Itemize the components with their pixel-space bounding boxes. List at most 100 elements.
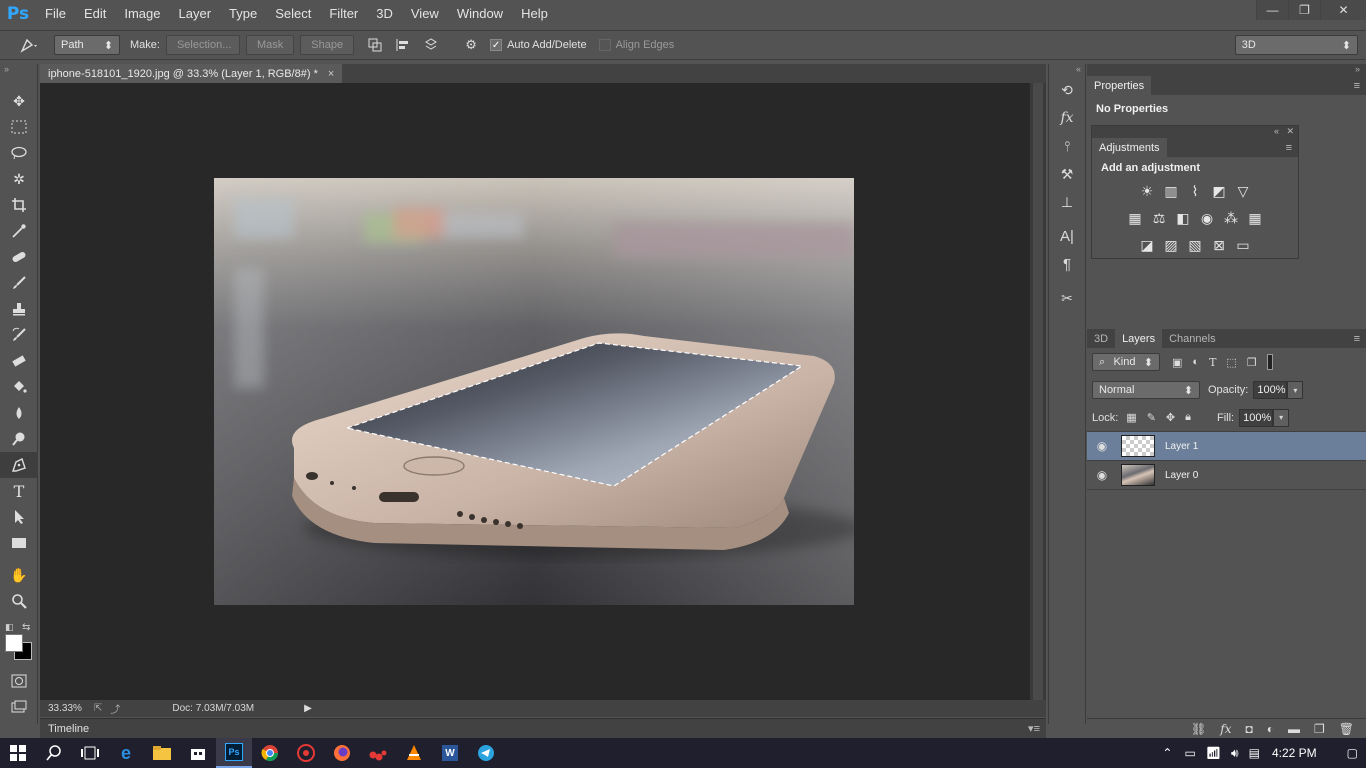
gradient-map-icon[interactable]: ▭ xyxy=(1231,233,1255,257)
tab-layers[interactable]: Layers xyxy=(1115,329,1163,348)
close-button[interactable]: ✕ xyxy=(1320,0,1366,20)
layer-style-icon[interactable]: fx xyxy=(1220,722,1231,736)
document-image[interactable] xyxy=(214,178,854,605)
type-icon[interactable]: T xyxy=(0,478,38,504)
gear-icon[interactable]: ⚙ xyxy=(460,34,482,56)
eyedropper-icon[interactable] xyxy=(0,218,38,244)
panel-menu-icon[interactable]: ≡ xyxy=(1286,138,1298,157)
brush-presets-icon[interactable]: ⫯ xyxy=(1049,132,1085,160)
menu-image[interactable]: Image xyxy=(115,0,169,28)
opacity-input[interactable]: 100% xyxy=(1253,381,1288,399)
screen-mode-icon[interactable] xyxy=(0,694,38,720)
move-icon[interactable]: ✥ xyxy=(0,88,38,114)
action-center-icon[interactable]: ▢ xyxy=(1347,746,1358,760)
menu-view[interactable]: View xyxy=(402,0,448,28)
minimize-button[interactable]: — xyxy=(1256,0,1288,20)
layer-filter-select[interactable]: ⌕ Kind ⬍ xyxy=(1092,353,1160,371)
timeline-tab[interactable]: Timeline xyxy=(48,723,89,735)
panel-menu-icon[interactable]: ≡ xyxy=(1354,76,1366,95)
menu-select[interactable]: Select xyxy=(266,0,320,28)
channel-mixer-icon[interactable]: ⁂ xyxy=(1219,206,1243,230)
path-select-icon[interactable] xyxy=(0,504,38,530)
crop-icon[interactable] xyxy=(0,192,38,218)
collapse-icon[interactable]: « xyxy=(1049,64,1085,76)
hue-saturation-icon[interactable]: ▦ xyxy=(1123,206,1147,230)
fill-dropdown-icon[interactable]: ▾ xyxy=(1273,408,1290,427)
blur-icon[interactable] xyxy=(0,400,38,426)
export-icon[interactable]: ⤴ xyxy=(110,701,120,716)
chevron-up-icon[interactable]: ⌃ xyxy=(1162,746,1172,760)
filter-shape-icon[interactable]: ⬚ xyxy=(1226,356,1236,369)
close-tab-icon[interactable]: × xyxy=(328,68,334,80)
make-shape-button[interactable]: Shape xyxy=(300,35,355,55)
photoshop-taskbar-icon[interactable]: Ps xyxy=(216,738,252,768)
lock-pixels-icon[interactable]: ✎ xyxy=(1147,411,1156,424)
black-white-icon[interactable]: ◧ xyxy=(1171,206,1195,230)
tab-3d[interactable]: 3D xyxy=(1087,329,1115,348)
app-cherries-icon[interactable] xyxy=(360,738,396,768)
make-mask-button[interactable]: Mask xyxy=(245,35,295,55)
tab-channels[interactable]: Channels xyxy=(1162,329,1222,348)
healing-icon[interactable] xyxy=(0,244,38,270)
selective-color-icon[interactable]: ⊠ xyxy=(1207,233,1231,257)
app-red-icon[interactable] xyxy=(288,738,324,768)
bucket-icon[interactable] xyxy=(0,374,38,400)
panel-menu-icon[interactable]: ≡ xyxy=(1354,329,1366,348)
filter-smart-object-icon[interactable]: ❐ xyxy=(1247,356,1257,369)
store-icon[interactable] xyxy=(180,738,216,768)
tab-properties[interactable]: Properties xyxy=(1087,76,1152,95)
telegram-icon[interactable] xyxy=(468,738,504,768)
panel-menu-icon[interactable]: ▾≡ xyxy=(1028,722,1040,735)
tab-adjustments[interactable]: Adjustments xyxy=(1092,138,1167,157)
add-mask-icon[interactable]: ◘ xyxy=(1246,722,1253,736)
menu-window[interactable]: Window xyxy=(448,0,512,28)
share-icon[interactable]: ⇱ xyxy=(94,703,102,714)
windows-start-icon[interactable] xyxy=(0,738,36,768)
exposure-icon[interactable]: ◩ xyxy=(1207,179,1231,203)
threshold-icon[interactable]: ▧ xyxy=(1183,233,1207,257)
quick-mask-icon[interactable] xyxy=(0,668,38,694)
styles-icon[interactable]: fx xyxy=(1049,104,1085,132)
make-selection-button[interactable]: Selection... xyxy=(165,35,240,55)
clone-source-icon[interactable]: ⊥ xyxy=(1049,188,1085,216)
layer-row-layer-0[interactable]: ◉ Layer 0 xyxy=(1087,461,1366,490)
chrome-icon[interactable] xyxy=(252,738,288,768)
zoom-icon[interactable] xyxy=(0,588,38,614)
notification-icon[interactable]: ▤ xyxy=(1249,746,1260,760)
menu-filter[interactable]: Filter xyxy=(320,0,367,28)
filter-pixel-icon[interactable]: ▣ xyxy=(1172,356,1182,369)
align-edges-checkbox[interactable]: Align Edges xyxy=(598,39,674,51)
document-tab[interactable]: iphone-518101_1920.jpg @ 33.3% (Layer 1,… xyxy=(40,64,343,83)
pen-tool-preset-icon[interactable] xyxy=(18,34,40,56)
curves-icon[interactable]: ⌇ xyxy=(1183,179,1207,203)
vertical-scrollbar[interactable] xyxy=(1030,83,1046,700)
eye-icon[interactable]: ◉ xyxy=(1087,439,1117,453)
fill-input[interactable]: 100% xyxy=(1239,408,1274,427)
marquee-icon[interactable] xyxy=(0,114,38,140)
volume-icon[interactable]: 🔊︎ xyxy=(1231,746,1239,761)
swap-colors-icon[interactable]: ⇆ xyxy=(22,622,30,633)
magic-wand-icon[interactable]: ✲ xyxy=(0,166,38,192)
invert-icon[interactable]: ◪ xyxy=(1135,233,1159,257)
clock-time[interactable]: 4:22 PM xyxy=(1272,746,1317,760)
filter-toggle-icon[interactable] xyxy=(1266,354,1273,370)
history-brush-icon[interactable] xyxy=(0,322,38,348)
character-icon[interactable]: A| xyxy=(1049,222,1085,250)
foreground-color-swatch[interactable] xyxy=(5,634,23,652)
restore-button[interactable]: ❐ xyxy=(1288,0,1320,20)
filter-type-icon[interactable]: T xyxy=(1209,356,1216,369)
blend-mode-select[interactable]: Normal ⬍ xyxy=(1092,381,1200,399)
vlc-icon[interactable] xyxy=(396,738,432,768)
brush-icon[interactable] xyxy=(0,270,38,296)
opacity-dropdown-icon[interactable]: ▾ xyxy=(1287,381,1304,399)
path-alignment-icon[interactable] xyxy=(392,34,414,56)
battery-icon[interactable]: ▭ xyxy=(1184,746,1195,760)
history-icon[interactable]: ⟲ xyxy=(1049,76,1085,104)
eye-icon[interactable]: ◉ xyxy=(1087,468,1117,482)
path-operations-icon[interactable] xyxy=(364,34,386,56)
color-lookup-icon[interactable]: ▦ xyxy=(1243,206,1267,230)
word-icon[interactable]: W xyxy=(432,738,468,768)
posterize-icon[interactable]: ▨ xyxy=(1159,233,1183,257)
default-colors-icon[interactable]: ◧ xyxy=(5,622,14,633)
link-layers-icon[interactable]: ⛓ xyxy=(1191,722,1206,736)
